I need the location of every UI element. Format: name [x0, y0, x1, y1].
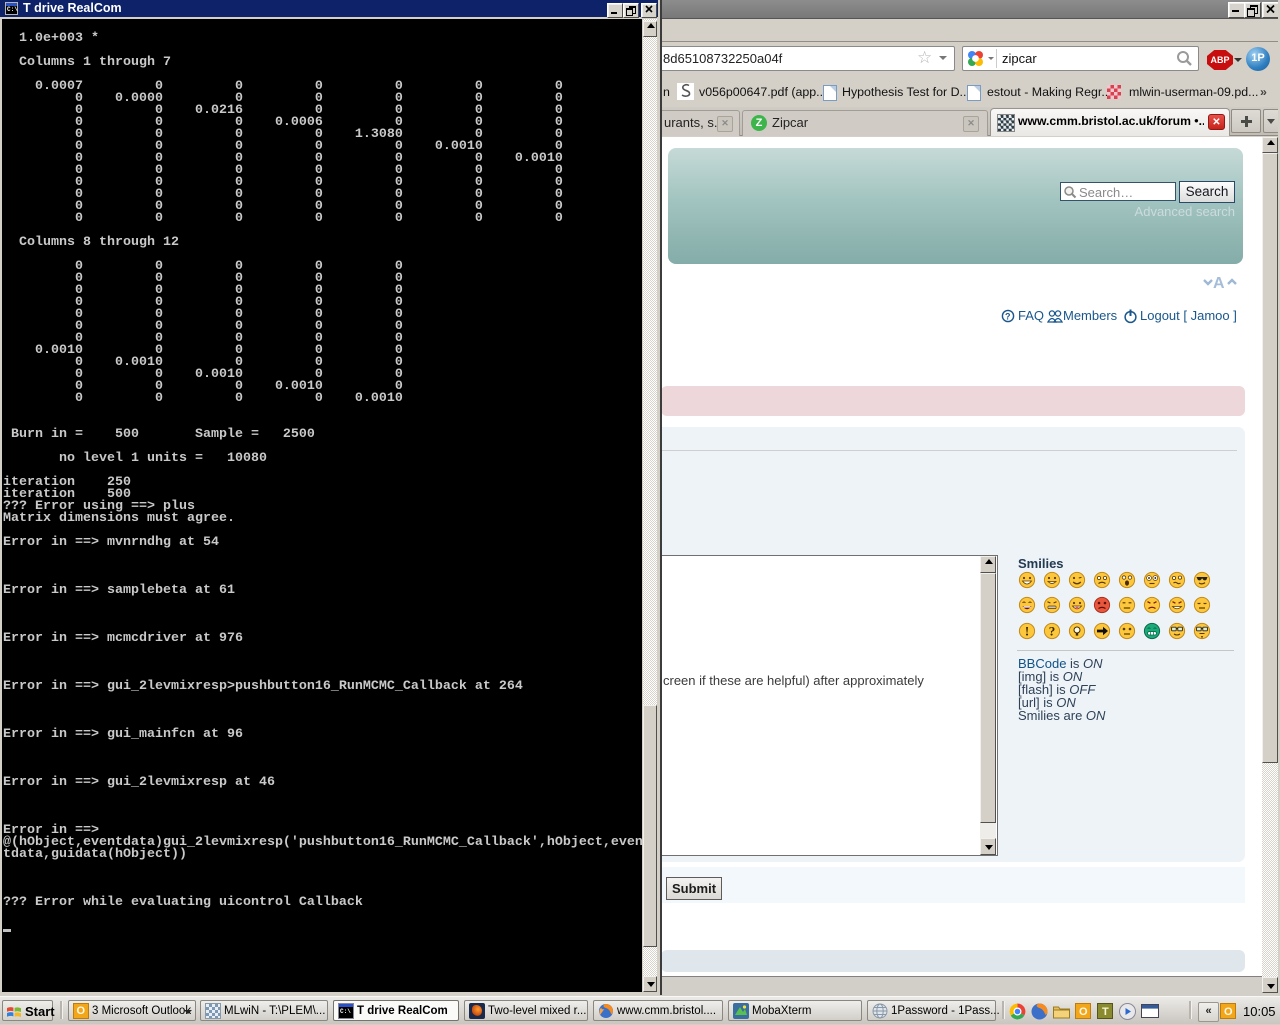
svg-text:!: ! — [1025, 624, 1029, 639]
svg-text:A: A — [1213, 275, 1225, 292]
svg-text:?: ? — [1049, 624, 1056, 639]
svg-text:?: ? — [1005, 312, 1011, 322]
